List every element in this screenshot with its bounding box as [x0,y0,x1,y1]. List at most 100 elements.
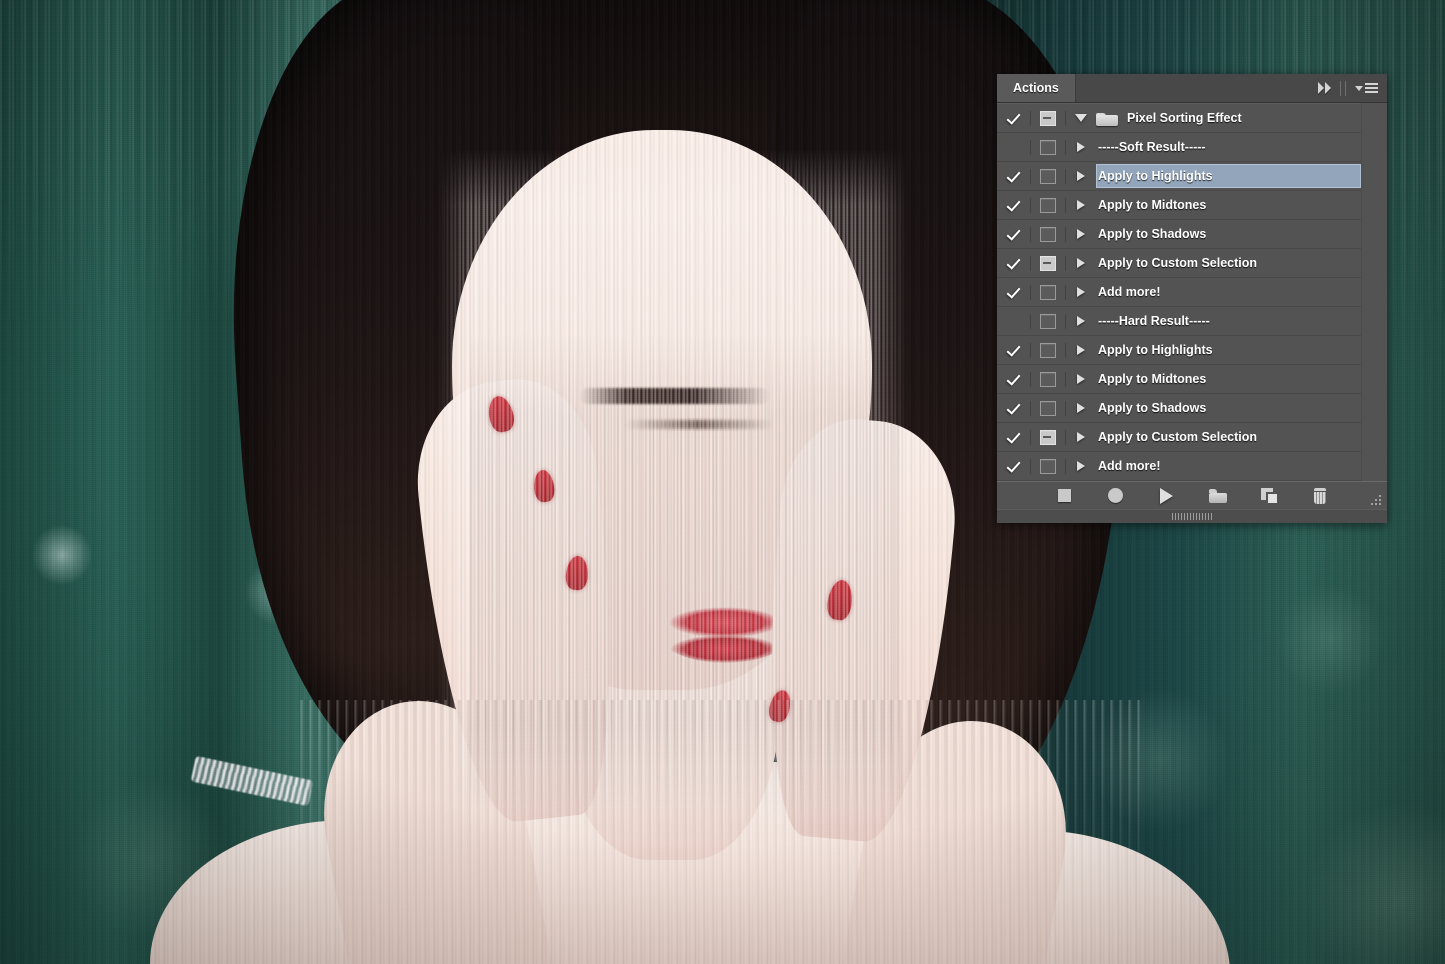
action-row[interactable]: Add more! [997,452,1387,481]
toggle-item-on-off[interactable] [997,344,1030,356]
dialog-toggle-icon [1040,198,1056,213]
row-selection-area[interactable]: -----Hard Result----- [1096,309,1361,333]
toggle-dialog-on-off[interactable] [1030,256,1066,271]
toggle-item-on-off[interactable] [997,141,1030,153]
toggle-dialog-on-off[interactable] [1030,140,1066,155]
toggle-dialog-on-off[interactable] [1030,198,1066,213]
action-row[interactable]: -----Soft Result----- [997,133,1387,162]
toggle-item-on-off[interactable] [997,402,1030,414]
play-selection-button[interactable] [1157,486,1177,506]
tab-bar-filler [1076,74,1314,102]
toggle-dialog-on-off[interactable] [1030,372,1066,387]
triangle-right-icon [1077,461,1085,471]
create-new-set-button[interactable] [1208,486,1228,506]
action-label: -----Hard Result----- [1096,308,1361,334]
chevron-right-icon [1318,82,1324,94]
checkmark-icon [1007,460,1020,472]
action-row[interactable]: Apply to Shadows [997,220,1387,249]
disclosure-toggle[interactable] [1066,432,1096,442]
toggle-dialog-on-off[interactable] [1030,343,1066,358]
double-chevron-right-icon[interactable] [1318,82,1331,94]
toggle-item-on-off[interactable] [997,286,1030,298]
row-selection-area[interactable]: Apply to Custom Selection [1096,251,1361,275]
toggle-dialog-on-off[interactable] [1030,430,1066,445]
disclosure-toggle[interactable] [1066,316,1096,326]
trash-icon [1313,488,1327,504]
disclosure-toggle[interactable] [1066,171,1096,181]
disclosure-toggle[interactable] [1066,374,1096,384]
list-scroll-gutter[interactable] [1361,103,1387,481]
checkmark-icon [1007,112,1020,124]
toggle-item-on-off[interactable] [997,257,1030,269]
disclosure-toggle[interactable] [1066,403,1096,413]
disclosure-toggle[interactable] [1066,287,1096,297]
row-selection-area[interactable]: -----Soft Result----- [1096,135,1361,159]
tab-actions[interactable]: Actions [997,74,1076,102]
triangle-right-icon [1077,258,1085,268]
checkmark-icon [1007,344,1020,356]
disclosure-toggle[interactable] [1066,200,1096,210]
toggle-item-on-off[interactable] [997,170,1030,182]
disclosure-toggle[interactable] [1066,461,1096,471]
toggle-item-on-off[interactable] [997,315,1030,327]
row-selection-area[interactable]: Add more! [1096,454,1361,478]
toggle-item-on-off[interactable] [997,373,1030,385]
row-selection-area[interactable]: Apply to Shadows [1096,396,1361,420]
action-row[interactable]: -----Hard Result----- [997,307,1387,336]
action-row[interactable]: Apply to Highlights [997,336,1387,365]
create-new-action-button[interactable] [1259,486,1279,506]
toggle-dialog-on-off[interactable] [1030,169,1066,184]
toggle-item-on-off[interactable] [997,199,1030,211]
row-selection-area[interactable]: Add more! [1096,280,1361,304]
toggle-item-on-off[interactable] [997,112,1030,124]
disclosure-toggle[interactable] [1066,258,1096,268]
disclosure-toggle[interactable] [1066,142,1096,152]
action-row-body: Apply to Midtones [1066,365,1387,393]
disclosure-toggle[interactable] [1066,114,1096,122]
action-row[interactable]: Apply to Shadows [997,394,1387,423]
row-selection-area[interactable]: Apply to Midtones [1096,367,1361,391]
row-selection-area[interactable]: Apply to Shadows [1096,222,1361,246]
action-row[interactable]: Apply to Custom Selection [997,423,1387,452]
row-selection-area[interactable]: Apply to Highlights [1096,164,1361,188]
panel-menu-icon[interactable] [1355,83,1378,93]
toggle-item-on-off[interactable] [997,431,1030,443]
toggle-dialog-on-off[interactable] [1030,285,1066,300]
toggle-item-on-off[interactable] [997,460,1030,472]
action-label: Apply to Highlights [1096,337,1361,363]
resize-grip-icon[interactable] [1370,494,1383,506]
action-label: Apply to Custom Selection [1096,250,1361,276]
toggle-dialog-on-off[interactable] [1030,111,1066,126]
toggle-item-on-off[interactable] [997,228,1030,240]
toggle-dialog-on-off[interactable] [1030,459,1066,474]
triangle-right-icon [1077,316,1085,326]
delete-button[interactable] [1310,486,1330,506]
action-label: Apply to Shadows [1096,395,1361,421]
action-row[interactable]: Apply to Midtones [997,191,1387,220]
toggle-dialog-on-off[interactable] [1030,314,1066,329]
action-set-label: Pixel Sorting Effect [1125,105,1361,131]
toggle-dialog-on-off[interactable] [1030,227,1066,242]
action-row[interactable]: Apply to Highlights [997,162,1387,191]
row-selection-area[interactable]: Apply to Custom Selection [1096,425,1361,449]
begin-recording-button[interactable] [1106,486,1126,506]
action-label: -----Soft Result----- [1096,134,1361,160]
row-selection-area[interactable]: Apply to Highlights [1096,338,1361,362]
checkmark-icon [1007,373,1020,385]
stop-icon [1058,489,1071,502]
folder-icon [1209,489,1227,503]
drag-grip-icon[interactable] [1172,513,1212,520]
row-selection-area[interactable]: Pixel Sorting Effect [1096,106,1361,130]
toggle-dialog-on-off[interactable] [1030,401,1066,416]
stop-playing-recording-button[interactable] [1055,486,1075,506]
action-set-row[interactable]: Pixel Sorting Effect [997,104,1387,133]
disclosure-toggle[interactable] [1066,229,1096,239]
triangle-right-icon [1077,229,1085,239]
action-row-body: Add more! [1066,452,1387,480]
row-selection-area[interactable]: Apply to Midtones [1096,193,1361,217]
action-row[interactable]: Apply to Custom Selection [997,249,1387,278]
action-row[interactable]: Apply to Midtones [997,365,1387,394]
action-row-body: Apply to Custom Selection [1066,249,1387,277]
action-row[interactable]: Add more! [997,278,1387,307]
disclosure-toggle[interactable] [1066,345,1096,355]
